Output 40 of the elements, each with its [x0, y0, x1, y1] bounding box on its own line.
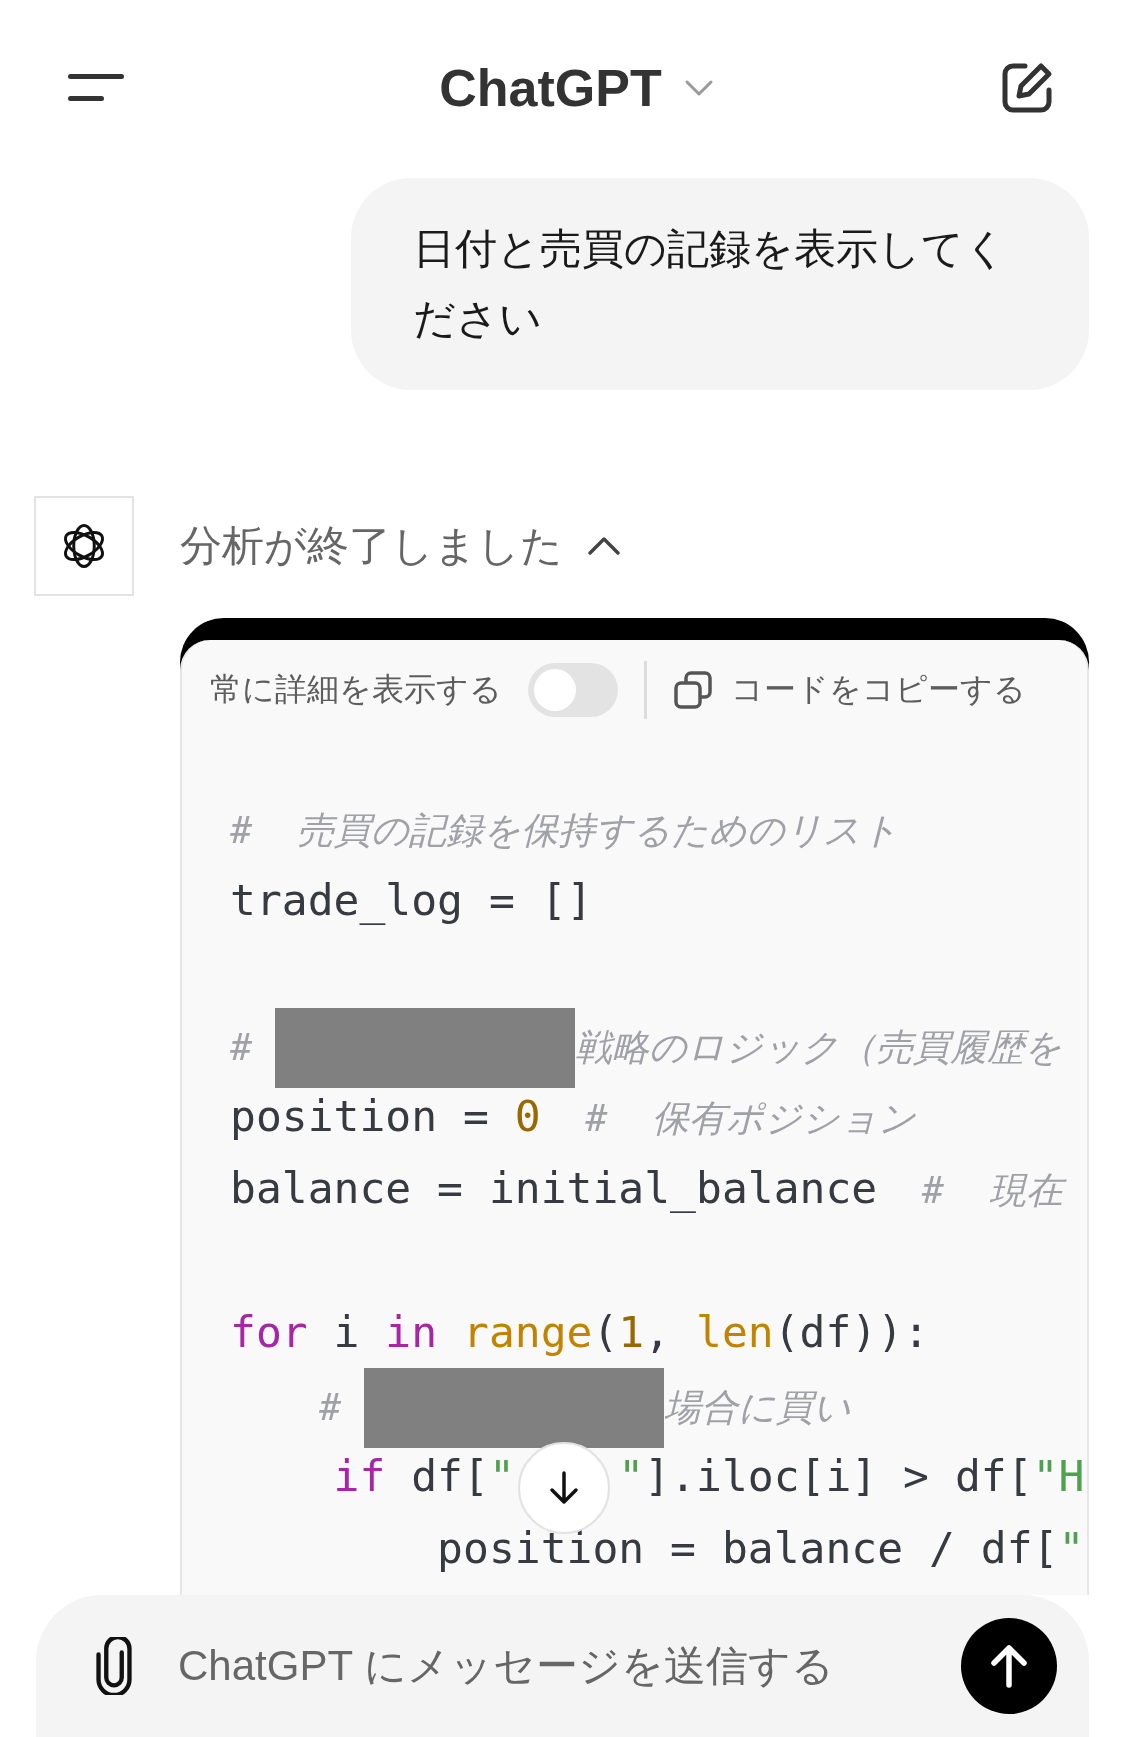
code-text: position = balance / df[: [436, 1523, 1059, 1573]
code-keyword: in: [385, 1307, 438, 1357]
code-string: "H: [1032, 1451, 1085, 1501]
code-text: i: [332, 1307, 361, 1357]
message-composer[interactable]: ChatGPT にメッセージを送信する: [36, 1595, 1089, 1737]
paperclip-icon[interactable]: [94, 1637, 134, 1695]
code-text: balance = initial_balance: [230, 1163, 878, 1213]
code-string: ": [488, 1451, 515, 1501]
code-comment: # 保有ポジション: [584, 1097, 917, 1140]
code-keyword: for: [230, 1307, 308, 1357]
code-text: df[: [410, 1451, 489, 1501]
toggle-label: 常に詳細を表示する: [210, 670, 502, 709]
code-text: (: [592, 1307, 619, 1357]
code-builtin: range: [462, 1307, 593, 1357]
analysis-status[interactable]: 分析が終了しました: [180, 518, 563, 574]
code-text: ].iloc[i] > df[: [644, 1451, 1033, 1501]
chevron-icon[interactable]: [587, 536, 621, 556]
user-message: 日付と売買の記録を表示してください: [351, 178, 1089, 390]
code-keyword: if: [332, 1451, 386, 1501]
code-builtin: len: [696, 1307, 774, 1357]
code-string: ": [1058, 1523, 1085, 1573]
code-comment: 戦略のロジック（売買履歴を: [574, 1025, 1062, 1069]
copy-icon[interactable]: [673, 670, 713, 710]
menu-icon[interactable]: [68, 74, 124, 102]
code-comment: # 売買の記録を保持するためのリスト: [230, 809, 899, 852]
message-input[interactable]: ChatGPT にメッセージを送信する: [176, 1641, 961, 1691]
code-comment: 場合に買い: [663, 1385, 851, 1429]
code-comment: #: [230, 1025, 254, 1069]
code-text: trade_log = []: [230, 875, 593, 925]
copy-code-link[interactable]: コードをコピーする: [731, 668, 1026, 712]
code-number: 1: [618, 1307, 645, 1357]
details-toggle[interactable]: [528, 663, 618, 717]
code-string: ": [618, 1451, 645, 1501]
code-number: 0: [514, 1091, 541, 1141]
model-title[interactable]: ChatGPT: [439, 58, 662, 118]
chevron-down-icon[interactable]: [683, 79, 714, 97]
code-text: (df)):: [773, 1307, 930, 1357]
code-comment: #: [318, 1385, 343, 1429]
code-text: ,: [644, 1307, 672, 1357]
code-text: position =: [230, 1091, 490, 1141]
